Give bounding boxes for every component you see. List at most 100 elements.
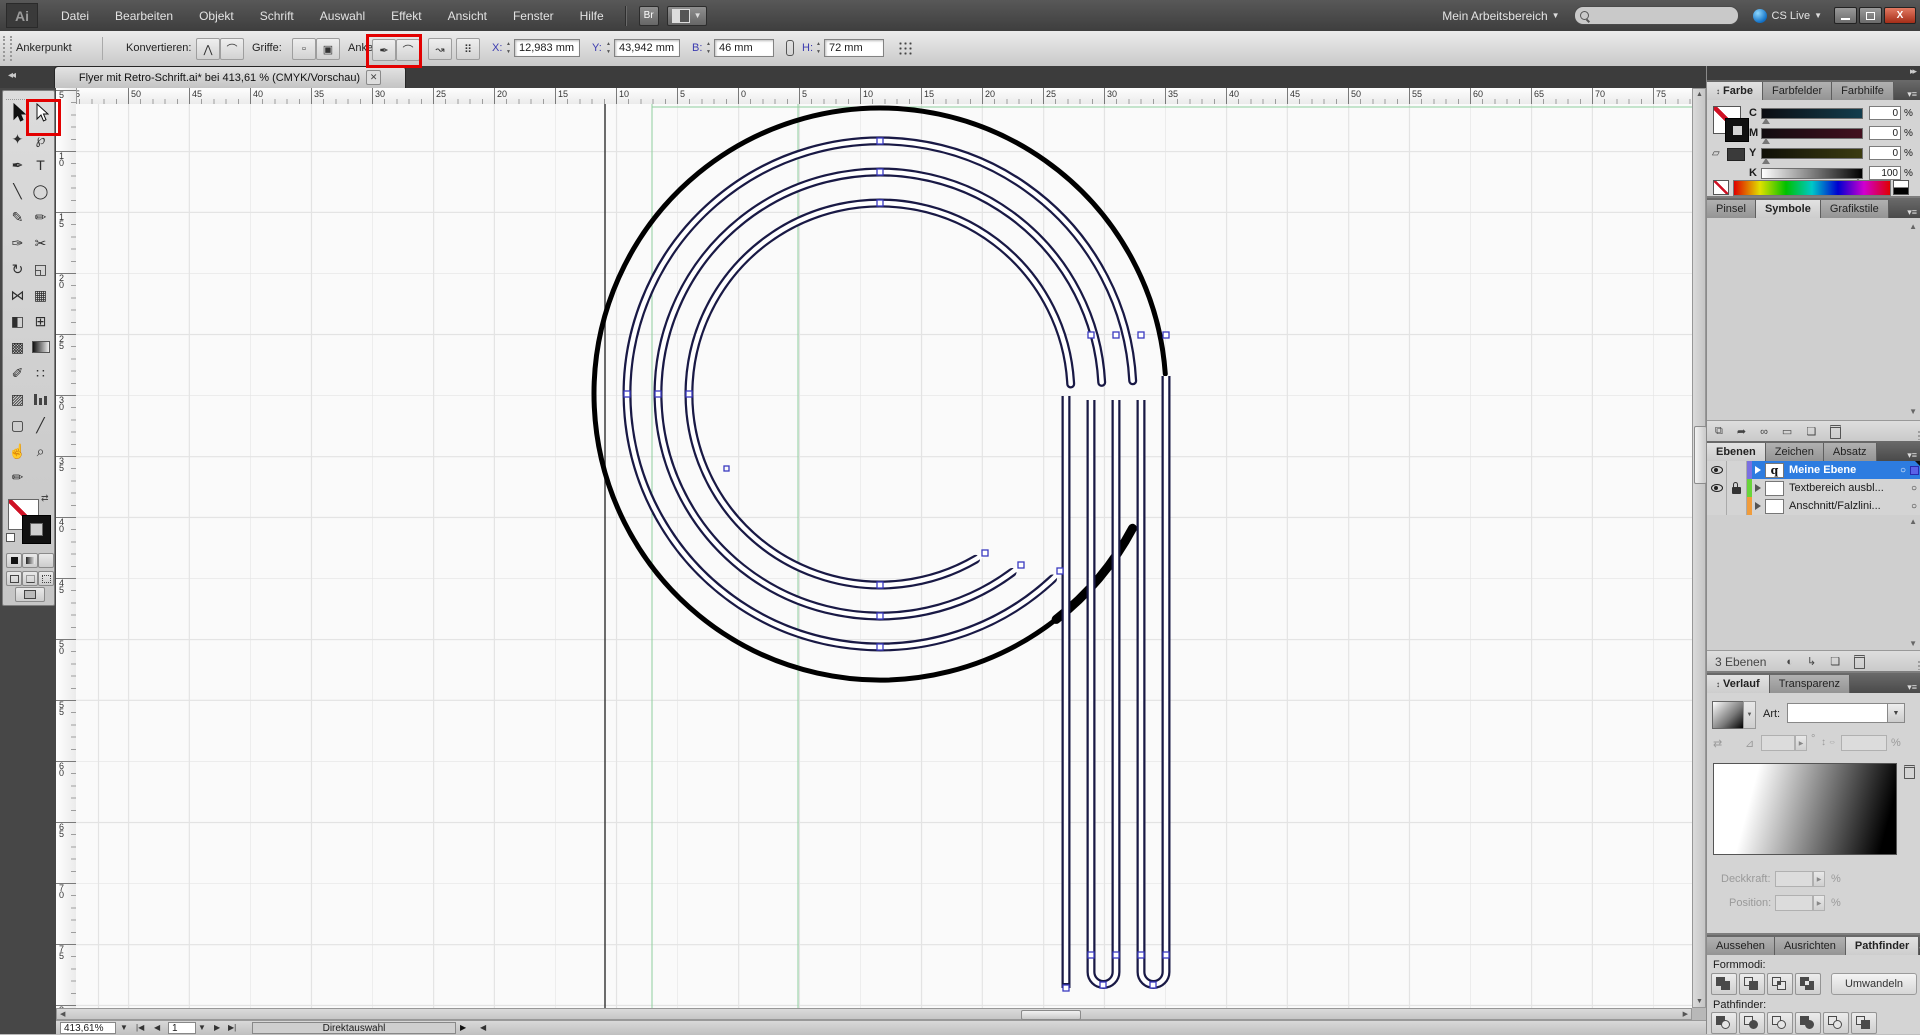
menu-bearbeiten[interactable]: Bearbeiten (102, 0, 186, 31)
k-slider[interactable] (1761, 168, 1863, 179)
scroll-down-icon[interactable]: ▼ (1909, 639, 1917, 648)
column-graph-tool[interactable] (29, 387, 52, 411)
color-spectrum[interactable] (1733, 180, 1891, 196)
menu-fenster[interactable]: Fenster (500, 0, 567, 31)
screen-mode-button[interactable] (15, 587, 45, 602)
y-slider[interactable] (1761, 148, 1863, 159)
page-dropdown-icon[interactable]: ▼ (198, 1023, 206, 1032)
minimize-button[interactable] (1834, 7, 1857, 24)
default-fill-stroke-icon[interactable] (6, 533, 15, 542)
paintbrush-tool[interactable]: ✎ (6, 205, 29, 229)
visibility-eye-icon[interactable] (1707, 461, 1727, 479)
first-page-icon[interactable]: |◀ (136, 1023, 144, 1032)
gamut-swatch[interactable] (1727, 148, 1745, 161)
draw-inside-button[interactable] (38, 571, 54, 586)
pencil-tool[interactable]: ✏ (29, 205, 52, 229)
pathfinder-trim-button[interactable] (1739, 1012, 1765, 1034)
m-slider[interactable] (1761, 128, 1863, 139)
tab-farbfelder[interactable]: Farbfelder (1763, 82, 1832, 100)
document-tab[interactable]: Flyer mit Retro-Schrift.ai* bei 413,61 %… (54, 66, 406, 88)
convert-corner-button[interactable]: ⋀ (196, 38, 220, 60)
gradient-preset-dropdown-icon[interactable]: ▼ (1743, 701, 1756, 729)
menu-hilfe[interactable]: Hilfe (567, 0, 617, 31)
status-left-icon[interactable]: ◀ (480, 1023, 486, 1032)
layer-row[interactable]: q Meine Ebene ○ (1707, 461, 1920, 480)
layer-main[interactable]: Textbereich ausbl... ○ (1752, 479, 1920, 497)
menu-datei[interactable]: Datei (48, 0, 102, 31)
lock-toggle[interactable] (1727, 461, 1747, 479)
collapse-dock-icon[interactable]: ▸▸ (1910, 66, 1915, 76)
tab-farbe[interactable]: ↕Farbe (1707, 82, 1763, 100)
transform-reference-icon[interactable] (898, 41, 912, 55)
horizontal-scrollbar[interactable]: ◀ ▶ (56, 1008, 1692, 1020)
gradient-thumbnail[interactable] (1712, 701, 1744, 729)
delete-layer-icon[interactable] (1854, 655, 1865, 669)
delete-symbol-icon[interactable] (1830, 425, 1841, 439)
illustrator-logo[interactable]: Ai (6, 3, 38, 28)
draw-normal-button[interactable] (6, 571, 22, 586)
vertical-scrollbar[interactable]: ▲ ▼ (1692, 88, 1706, 1008)
tab-symbole[interactable]: Symbole (1756, 200, 1821, 218)
stroke-proxy-swatch[interactable] (1725, 118, 1749, 142)
k-value[interactable]: 100 (1869, 166, 1901, 180)
dock-collapse-strip[interactable]: ▸▸ (1707, 66, 1920, 80)
layer-main[interactable]: Anschnitt/Falzlini... ○ (1752, 497, 1920, 515)
gradient-type-select[interactable] (1787, 703, 1889, 723)
zoom-level-field[interactable]: 413,61% (60, 1022, 116, 1034)
tab-farbhilfe[interactable]: Farbhilfe (1832, 82, 1894, 100)
draw-behind-button[interactable] (22, 571, 38, 586)
menu-objekt[interactable]: Objekt (186, 0, 247, 31)
slice-tool[interactable]: ╱ (29, 413, 52, 437)
layer-main[interactable]: q Meine Ebene ○ (1752, 461, 1920, 479)
scroll-up-icon[interactable]: ▲ (1909, 517, 1917, 526)
free-transform-tool[interactable]: ▦ (29, 283, 52, 307)
scissors-tool[interactable]: ✂ (29, 231, 52, 255)
gradient-tool[interactable] (29, 335, 52, 359)
menu-effekt[interactable]: Effekt (378, 0, 434, 31)
panel-grip[interactable] (3, 36, 12, 61)
y-stepper[interactable]: ▲▼ (604, 39, 613, 57)
cs-live-button[interactable]: CS Live ▼ (1753, 9, 1822, 23)
restore-button[interactable] (1859, 7, 1882, 24)
b-field[interactable]: 46 mm (714, 39, 774, 57)
search-input[interactable] (1574, 6, 1739, 25)
menu-auswahl[interactable]: Auswahl (307, 0, 378, 31)
c-slider[interactable] (1761, 108, 1863, 119)
pathfinder-crop-button[interactable] (1795, 1012, 1821, 1034)
vertical-ruler[interactable]: 51 01 52 02 53 03 54 04 55 05 56 06 57 0… (56, 88, 77, 1008)
pathfinder-outline-button[interactable] (1823, 1012, 1849, 1034)
stroke-swatch[interactable] (22, 515, 51, 544)
perspective-grid-tool[interactable]: ⊞ (29, 309, 52, 333)
last-page-icon[interactable]: ▶| (228, 1023, 236, 1032)
lock-toggle[interactable] (1727, 497, 1747, 515)
color-mode-button[interactable] (6, 553, 22, 568)
panel-menu-icon[interactable]: ▾≡ (1907, 682, 1920, 693)
ellipse-tool[interactable]: ◯ (29, 179, 52, 203)
h-stepper[interactable]: ▲▼ (814, 39, 823, 57)
gradient-slider-preview[interactable] (1713, 763, 1897, 855)
shape-mode-minus-front-button[interactable] (1739, 973, 1765, 995)
y-field[interactable]: 43,942 mm (614, 39, 680, 57)
tab-ausrichten[interactable]: Ausrichten (1775, 937, 1846, 955)
panel-menu-icon[interactable]: ▾≡ (1907, 89, 1920, 100)
width-tool[interactable]: ⋈ (6, 283, 29, 307)
scale-tool[interactable]: ◱ (29, 257, 52, 281)
line-tool[interactable]: ╲ (6, 179, 29, 203)
rotate-tool[interactable]: ↻ (6, 257, 29, 281)
aspect-field[interactable] (1841, 735, 1887, 751)
target-circle-icon[interactable]: ○ (1911, 501, 1917, 512)
pathfinder-merge-button[interactable] (1767, 1012, 1793, 1034)
canvas[interactable] (76, 104, 1692, 1008)
tab-ebenen[interactable]: Ebenen (1707, 443, 1766, 461)
hide-handles-button[interactable]: ▫ (292, 38, 316, 60)
layer-row[interactable]: Textbereich ausbl... ○ (1707, 479, 1920, 498)
scroll-left-icon[interactable]: ◀ (60, 1010, 65, 1018)
tab-zeichen[interactable]: Zeichen (1766, 443, 1824, 461)
close-tab-icon[interactable]: ✕ (366, 70, 381, 85)
mesh-tool[interactable]: ▩ (6, 335, 29, 359)
status-expand-icon[interactable]: ▶ (460, 1023, 466, 1032)
next-page-icon[interactable]: ▶ (214, 1023, 220, 1032)
panel-menu-icon[interactable]: ▾≡ (1907, 450, 1920, 461)
convert-smooth-button[interactable]: ⌒ (220, 38, 244, 60)
horizontal-scroll-thumb[interactable] (1021, 1010, 1081, 1020)
